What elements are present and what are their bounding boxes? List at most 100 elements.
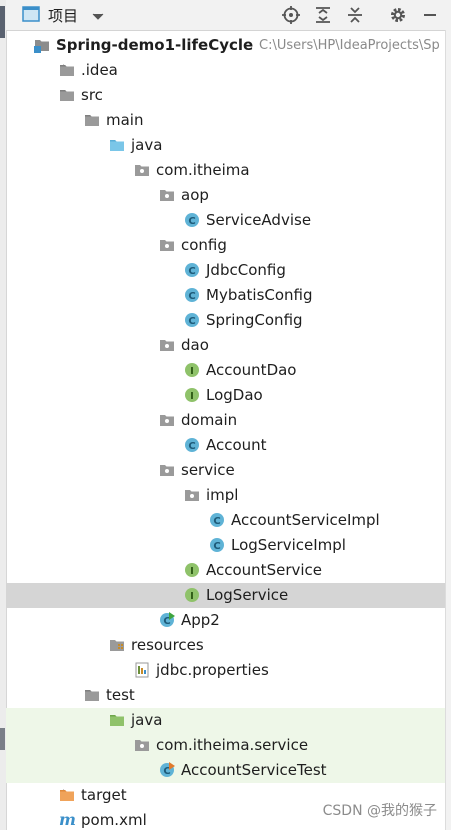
tree-item-label: pom.xml	[81, 811, 147, 829]
tree-row[interactable]: C App2	[6, 608, 446, 633]
minimize-icon[interactable]	[419, 4, 441, 26]
tree-row[interactable]: resources	[6, 633, 446, 658]
folder-icon	[59, 62, 75, 78]
watermark: CSDN @我的猴子	[322, 803, 437, 819]
tree-item-label: domain	[181, 411, 238, 429]
tree-row[interactable]: C AccountServiceImpl	[6, 508, 446, 533]
interface-icon: I	[184, 587, 200, 603]
chevron-down-icon[interactable]	[92, 7, 104, 25]
svg-text:C: C	[188, 216, 195, 227]
package-icon	[159, 237, 175, 253]
collapse-all-icon[interactable]	[344, 4, 366, 26]
tree-row[interactable]: main	[6, 108, 446, 133]
tree-row[interactable]: config	[6, 233, 446, 258]
tree-item-label: LogDao	[206, 386, 263, 404]
svg-text:C: C	[188, 291, 195, 302]
expand-all-icon[interactable]	[312, 4, 334, 26]
structure-tool-tab[interactable]	[0, 728, 5, 750]
svg-text:I: I	[190, 366, 194, 377]
tree-item-label: AccountService	[206, 561, 323, 579]
tree-item-label: dao	[181, 336, 209, 354]
tree-row[interactable]: C MybatisConfig	[6, 283, 446, 308]
tree-row[interactable]: dao	[6, 333, 446, 358]
tree-row[interactable]: impl	[6, 483, 446, 508]
package-icon	[134, 162, 150, 178]
project-path: C:\Users\HP\IdeaProjects\Sp	[259, 38, 440, 53]
tree-row[interactable]: com.itheima.service	[6, 733, 446, 758]
tree-item-label: com.itheima	[156, 161, 250, 179]
project-tree: Spring-demo1-lifeCycle C:\Users\HP\IdeaPr…	[6, 30, 446, 830]
tree-item-label: jdbc.properties	[156, 661, 269, 679]
tree-row[interactable]: service	[6, 458, 446, 483]
svg-text:C: C	[188, 316, 195, 327]
class-icon: C	[184, 312, 200, 328]
interface-icon: I	[184, 362, 200, 378]
tree-row[interactable]: I AccountDao	[6, 358, 446, 383]
tree-item-label: Spring-demo1-lifeCycle	[56, 36, 254, 54]
tree-item-label: com.itheima.service	[156, 736, 309, 754]
tree-item-label: service	[181, 461, 235, 479]
tree-row[interactable]: .idea	[6, 58, 446, 83]
tree-item-label: main	[106, 111, 144, 129]
locate-file-icon[interactable]	[280, 4, 302, 26]
tree-row[interactable]: C ServiceAdvise	[6, 208, 446, 233]
tree-item-label: AccountDao	[206, 361, 297, 379]
tree-row[interactable]: domain	[6, 408, 446, 433]
interface-icon: I	[184, 387, 200, 403]
tree-row[interactable]: src	[6, 83, 446, 108]
runnable-class-icon: C	[159, 612, 175, 628]
excluded-folder-icon	[59, 787, 75, 803]
tree-row[interactable]: C Account	[6, 433, 446, 458]
tree-item-label: AccountServiceImpl	[231, 511, 380, 529]
tree-row[interactable]: I LogService	[6, 583, 446, 608]
tree-row[interactable]: I AccountService	[6, 558, 446, 583]
class-icon: C	[184, 437, 200, 453]
gear-icon[interactable]	[387, 4, 409, 26]
tree-item-label: test	[106, 686, 135, 704]
folder-icon	[84, 112, 100, 128]
svg-text:C: C	[188, 441, 195, 452]
tree-row[interactable]: jdbc.properties	[6, 658, 446, 683]
class-icon: C	[209, 537, 225, 553]
project-window-icon	[22, 5, 40, 26]
package-icon	[159, 337, 175, 353]
project-tool-tab[interactable]	[0, 6, 5, 38]
tree-item-label: MybatisConfig	[206, 286, 313, 304]
tree-item-label: App2	[181, 611, 220, 629]
project-toolbar: 项目	[6, 0, 451, 31]
tree-row[interactable]: aop	[6, 183, 446, 208]
scrollbar[interactable]	[445, 30, 451, 830]
tree-row[interactable]: java	[6, 708, 446, 733]
project-view-selector[interactable]: 项目	[22, 5, 104, 26]
tree-item-label: ServiceAdvise	[206, 211, 312, 229]
svg-text:C: C	[188, 266, 195, 277]
tree-item-label: config	[181, 236, 227, 254]
folder-icon	[84, 687, 100, 703]
tree-row[interactable]: com.itheima	[6, 158, 446, 183]
test-root-folder-icon	[109, 712, 125, 728]
tree-item-label: java	[131, 711, 163, 729]
tree-row[interactable]: I LogDao	[6, 383, 446, 408]
tree-item-label: impl	[206, 486, 239, 504]
tree-row[interactable]: test	[6, 683, 446, 708]
tree-row[interactable]: java	[6, 133, 446, 158]
svg-text:m: m	[59, 812, 76, 828]
module-folder-icon	[34, 37, 50, 53]
svg-text:C: C	[213, 541, 220, 552]
tree-item-label: SpringConfig	[206, 311, 303, 329]
tree-item-label: src	[81, 86, 103, 104]
tree-row[interactable]: C JdbcConfig	[6, 258, 446, 283]
tree-row[interactable]: C AccountServiceTest	[6, 758, 446, 783]
tree-item-label: target	[81, 786, 127, 804]
properties-file-icon	[134, 662, 150, 678]
project-view-label: 项目	[48, 7, 79, 25]
test-class-icon: C	[159, 762, 175, 778]
tree-item-label: Account	[206, 436, 267, 454]
tree-item-label: AccountServiceTest	[181, 761, 327, 779]
package-icon	[134, 737, 150, 753]
svg-text:I: I	[190, 566, 194, 577]
tree-row[interactable]: Spring-demo1-lifeCycle C:\Users\HP\IdeaPr…	[6, 33, 446, 58]
tree-row[interactable]: C LogServiceImpl	[6, 533, 446, 558]
tree-row[interactable]: C SpringConfig	[6, 308, 446, 333]
tree-item-label: JdbcConfig	[206, 261, 286, 279]
